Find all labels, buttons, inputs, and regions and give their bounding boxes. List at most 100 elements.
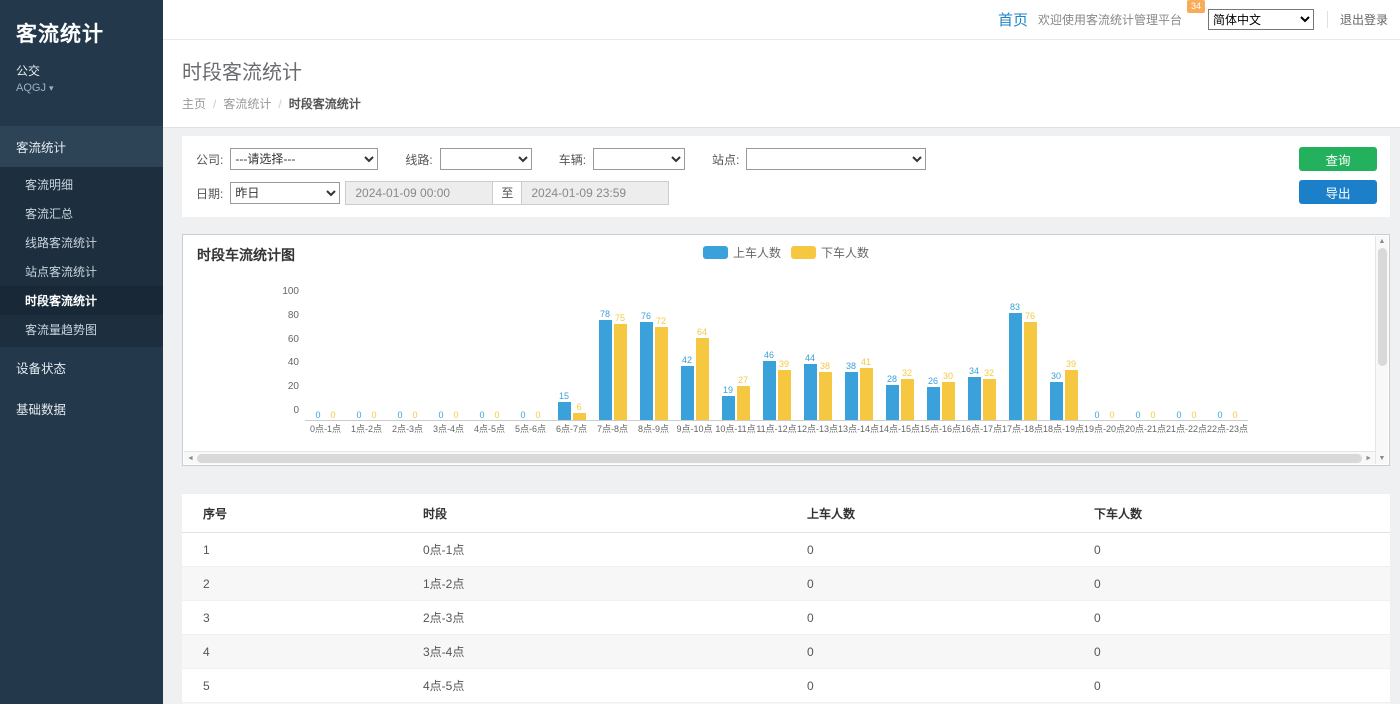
chart-bar-group: 78757点-8点 (592, 291, 633, 436)
bar-value-label: 0 (520, 410, 525, 420)
bar-value-label: 39 (1066, 359, 1076, 369)
date-end-input[interactable] (521, 181, 669, 205)
bar-value-label: 32 (984, 368, 994, 378)
chart-bar-group: 1566点-7点 (551, 291, 592, 436)
content-area: 公司: ---请选择--- 线路: 车辆: 站点: (163, 128, 1400, 704)
data-table: 序号时段上车人数下车人数 10点-1点0021点-2点0032点-3点0043点… (182, 494, 1390, 704)
logout-link[interactable]: 退出登录 (1327, 11, 1388, 28)
chart-bar-group: 001点-2点 (346, 291, 387, 436)
bar (640, 322, 653, 421)
sidebar-item-trend-chart[interactable]: 客流量趋势图 (0, 315, 163, 344)
bar (1024, 322, 1037, 421)
legend-item[interactable]: 下车人数 (791, 244, 869, 261)
breadcrumb: 主页/客流统计/时段客流统计 (182, 95, 1400, 112)
scroll-up-icon[interactable]: ▲ (1379, 238, 1386, 245)
bar-value-label: 75 (615, 313, 625, 323)
breadcrumb-section[interactable]: 客流统计 (223, 97, 271, 111)
bar-value-label: 41 (861, 357, 871, 367)
sidebar-item-station-stats[interactable]: 站点客流统计 (0, 257, 163, 286)
table-cell: 0 (799, 601, 1086, 635)
sidebar-item-line-stats[interactable]: 线路客流统计 (0, 228, 163, 257)
bar (886, 385, 899, 421)
language-select[interactable]: 简体中文 (1208, 9, 1314, 30)
table-header-cell: 序号 (182, 494, 415, 533)
chart-x-axis-line (305, 420, 1248, 421)
bar-value-label: 0 (356, 410, 361, 420)
notification-badge[interactable]: 34 (1187, 0, 1205, 13)
chart-bar-group: 003点-4点 (428, 291, 469, 436)
org-block: 公交 AQGJ▾ (0, 60, 163, 106)
horizontal-scroll-thumb[interactable] (197, 454, 1362, 463)
legend-label: 上车人数 (733, 244, 781, 261)
date-label: 日期: (196, 185, 223, 202)
vehicle-select[interactable] (593, 148, 685, 170)
table-header-cell: 下车人数 (1086, 494, 1390, 533)
org-selector[interactable]: AQGJ▾ (16, 82, 147, 94)
company-label: 公司: (196, 151, 223, 168)
bar (1009, 313, 1022, 421)
bar-value-label: 19 (723, 385, 733, 395)
table-cell: 0点-1点 (415, 533, 799, 567)
table-cell: 1 (182, 533, 415, 567)
legend-item[interactable]: 上车人数 (703, 244, 781, 261)
bar-value-label: 0 (412, 410, 417, 420)
filter-row-2: 日期: 昨日 至 (196, 181, 1376, 205)
table-header-row: 序号时段上车人数下车人数 (182, 494, 1390, 533)
export-button[interactable]: 导出 (1299, 180, 1377, 204)
filter-panel: 公司: ---请选择--- 线路: 车辆: 站点: (182, 136, 1390, 217)
chart-bar-group: 000点-1点 (305, 291, 346, 436)
breadcrumb-separator: / (213, 97, 216, 111)
company-select[interactable]: ---请选择--- (230, 148, 378, 170)
data-table-panel: 序号时段上车人数下车人数 10点-1点0021点-2点0032点-3点0043点… (182, 494, 1390, 704)
table-row: 10点-1点00 (182, 533, 1390, 567)
x-tick-label: 14点-15点 (879, 421, 920, 436)
bar-value-label: 0 (479, 410, 484, 420)
home-link[interactable]: 首页 (998, 9, 1028, 30)
bar (968, 377, 981, 421)
query-button[interactable]: 查询 (1299, 147, 1377, 171)
bar-value-label: 0 (1217, 410, 1222, 420)
breadcrumb-home[interactable]: 主页 (182, 97, 206, 111)
scroll-down-icon[interactable]: ▼ (1379, 455, 1386, 462)
x-tick-label: 20点-21点 (1125, 421, 1166, 436)
bar-value-label: 72 (656, 316, 666, 326)
chevron-down-icon: ▾ (49, 83, 54, 93)
y-tick-label: 20 (288, 381, 299, 392)
table-row: 54点-5点00 (182, 669, 1390, 703)
scroll-left-icon[interactable]: ◄ (187, 455, 194, 462)
chart-vertical-scrollbar[interactable]: ▲ ▼ (1375, 236, 1388, 464)
date-preset-select[interactable]: 昨日 (230, 182, 340, 204)
bar-value-label: 38 (846, 361, 856, 371)
sidebar-item-passenger-detail[interactable]: 客流明细 (0, 170, 163, 199)
bar-value-label: 0 (1150, 410, 1155, 420)
sidebar-menu: 客流统计 客流明细 客流汇总 线路客流统计 站点客流统计 时段客流统计 客流量趋… (0, 126, 163, 429)
x-tick-label: 22点-23点 (1207, 421, 1248, 436)
line-select[interactable] (440, 148, 532, 170)
table-cell: 0 (799, 533, 1086, 567)
table-cell: 0 (1086, 533, 1390, 567)
sidebar-item-period-stats[interactable]: 时段客流统计 (0, 286, 163, 315)
chart-bar-group: 42649点-10点 (674, 291, 715, 436)
bar-value-label: 30 (1051, 371, 1061, 381)
x-tick-label: 8点-9点 (638, 421, 669, 436)
date-filter: 日期: 昨日 (196, 182, 340, 204)
bar-value-label: 0 (371, 410, 376, 420)
sidebar-item-passenger-summary[interactable]: 客流汇总 (0, 199, 163, 228)
chart-bar-group: 76728点-9点 (633, 291, 674, 436)
date-start-input[interactable] (345, 181, 493, 205)
bar-value-label: 0 (1232, 410, 1237, 420)
bar (722, 396, 735, 421)
station-select[interactable] (746, 148, 926, 170)
x-tick-label: 9点-10点 (676, 421, 712, 436)
scroll-right-icon[interactable]: ► (1365, 455, 1372, 462)
chart-bar-group: 0020点-21点 (1125, 291, 1166, 436)
bar-value-label: 38 (820, 361, 830, 371)
vertical-scroll-thumb[interactable] (1378, 248, 1387, 366)
chart-horizontal-scrollbar[interactable]: ◄ ► (184, 451, 1375, 464)
sidebar-item-base-data[interactable]: 基础数据 (0, 388, 163, 429)
sidebar-item-passenger-stats[interactable]: 客流统计 (0, 126, 163, 167)
chart-bar-group: 0019点-20点 (1084, 291, 1125, 436)
bar-value-label: 27 (738, 375, 748, 385)
y-tick-label: 80 (288, 310, 299, 321)
sidebar-item-device-status[interactable]: 设备状态 (0, 347, 163, 388)
